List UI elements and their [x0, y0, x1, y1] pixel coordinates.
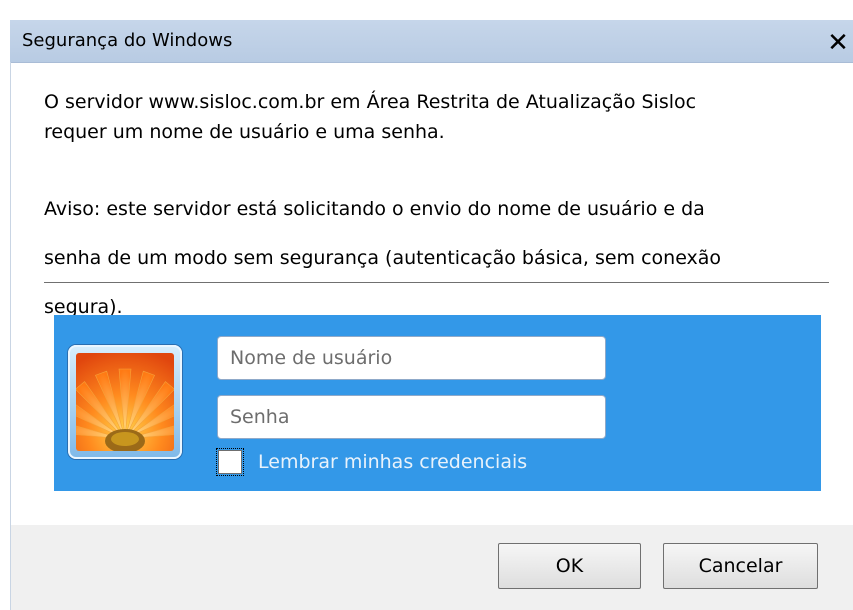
- remember-label: Lembrar minhas credenciais: [258, 451, 528, 473]
- dialog-title: Segurança do Windows: [22, 30, 233, 51]
- message-line-1: O servidor www.sisloc.com.br em Área Res…: [44, 91, 697, 113]
- separator-line: [44, 282, 829, 283]
- button-bar: OK Cancelar: [11, 525, 853, 610]
- close-button[interactable]: ✕: [823, 28, 853, 58]
- remember-credentials-option[interactable]: Lembrar minhas credenciais: [216, 447, 528, 477]
- flower-user-tile-icon: [76, 353, 174, 451]
- title-bar[interactable]: Segurança do Windows ✕: [10, 20, 853, 63]
- windows-security-dialog: Segurança do Windows ✕ O servidor www.si…: [0, 0, 853, 610]
- warning-line-2: senha de um modo sem segurança (autentic…: [44, 247, 722, 269]
- password-input[interactable]: [217, 395, 606, 439]
- server-message: O servidor www.sisloc.com.br em Área Res…: [44, 87, 834, 147]
- warning-line-1: Aviso: este servidor está solicitando o …: [44, 198, 705, 220]
- message-line-2: requer um nome de usuário e uma senha.: [44, 121, 445, 143]
- remember-checkbox[interactable]: [216, 448, 244, 476]
- cancel-button[interactable]: Cancelar: [663, 543, 818, 589]
- user-avatar: [68, 345, 182, 459]
- ok-button[interactable]: OK: [498, 543, 641, 589]
- username-input[interactable]: [217, 336, 606, 380]
- close-icon: ✕: [827, 28, 849, 58]
- credentials-panel: Lembrar minhas credenciais: [54, 315, 821, 491]
